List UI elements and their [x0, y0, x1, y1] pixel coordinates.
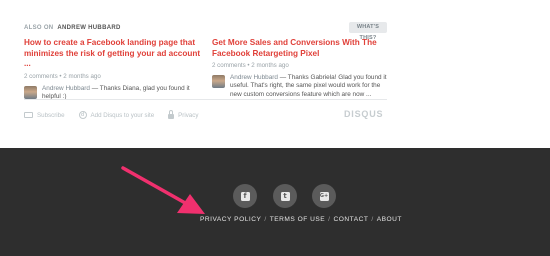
recommendation-title[interactable]: How to create a Facebook landing page th… [24, 38, 202, 70]
twitter-icon: t [280, 191, 290, 201]
footer-nav: PRIVACY POLICY / TERMS OF USE / CONTACT / ABOU… [200, 216, 402, 223]
recommendation-title[interactable]: Get More Sales and Conversions With The … [212, 38, 388, 59]
add-disqus-link[interactable]: d Add Disqus to your site [78, 111, 155, 119]
recommendation-card: How to create a Facebook landing page th… [24, 38, 202, 101]
subscribe-link[interactable]: Subscribe [24, 112, 65, 119]
google-plus-button[interactable]: G+ [312, 184, 336, 208]
add-disqus-label: Add Disqus to your site [90, 111, 155, 119]
about-link[interactable]: ABOUT [377, 216, 402, 223]
facebook-button[interactable]: f [233, 184, 257, 208]
whats-this-button[interactable]: WHAT'S THIS? [349, 22, 387, 41]
commenter-name[interactable]: Andrew Hubbard [42, 85, 90, 92]
also-on-prefix: ALSO ON [24, 25, 54, 31]
recommendation-comment: Andrew Hubbard — Thanks Gabriela! Glad y… [212, 74, 388, 99]
divider [24, 99, 387, 100]
recommendation-meta: 2 comments • 2 months ago [212, 62, 289, 69]
disqus-widget: ALSO ON ANDREW HUBBARD WHAT'S THIS? How … [0, 0, 550, 148]
envelope-icon [24, 112, 33, 118]
recommendation-meta: 2 comments • 2 months ago [24, 72, 101, 80]
nav-separator: / [328, 216, 331, 223]
twitter-button[interactable]: t [273, 184, 297, 208]
also-on-heading: ALSO ON ANDREW HUBBARD [24, 25, 121, 31]
recommendation-card: Get More Sales and Conversions With The … [212, 38, 388, 99]
nav-separator: / [371, 216, 374, 223]
disqus-logo[interactable]: DISQUS [344, 109, 383, 119]
disqus-footer-links: Subscribe d Add Disqus to your site Priv… [24, 110, 212, 119]
also-on-author[interactable]: ANDREW HUBBARD [57, 25, 120, 31]
lock-icon [168, 110, 175, 119]
commenter-name[interactable]: Andrew Hubbard [230, 74, 278, 81]
avatar[interactable] [24, 85, 37, 99]
nav-separator: / [264, 216, 267, 223]
terms-of-use-link[interactable]: TERMS OF USE [270, 216, 325, 223]
facebook-icon: f [240, 191, 250, 201]
subscribe-label: Subscribe [37, 111, 65, 119]
privacy-link[interactable]: Privacy [168, 110, 199, 119]
avatar[interactable] [212, 75, 225, 88]
privacy-policy-link[interactable]: PRIVACY POLICY [200, 216, 261, 223]
contact-link[interactable]: CONTACT [334, 216, 369, 223]
google-plus-icon: G+ [319, 191, 329, 201]
privacy-label: Privacy [178, 111, 199, 119]
disqus-icon: d [78, 111, 87, 119]
